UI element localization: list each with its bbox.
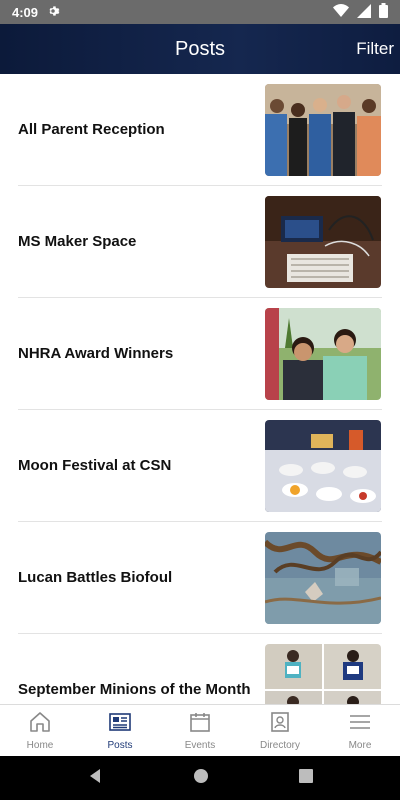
calendar-icon xyxy=(188,710,212,740)
tab-more-label: More xyxy=(348,740,372,751)
home-icon xyxy=(28,710,52,740)
post-list: All Parent Reception MS Maker Space NHRA… xyxy=(0,74,400,704)
newspaper-icon xyxy=(108,710,132,740)
post-title: MS Maker Space xyxy=(18,233,137,250)
back-icon[interactable] xyxy=(87,768,103,789)
system-navigation-bar xyxy=(0,756,400,800)
post-item[interactable]: Moon Festival at CSN xyxy=(18,410,382,522)
post-item[interactable]: MS Maker Space xyxy=(18,186,382,298)
menu-icon xyxy=(348,710,372,740)
post-item[interactable]: Lucan Battles Biofoul xyxy=(18,522,382,634)
post-item[interactable]: NHRA Award Winners xyxy=(18,298,382,410)
post-title: NHRA Award Winners xyxy=(18,345,174,362)
filter-button[interactable]: Filter xyxy=(356,24,394,74)
post-title: September Minions of the Month xyxy=(18,681,251,698)
tab-directory-label: Directory xyxy=(259,740,300,751)
tab-events-label: Events xyxy=(184,740,216,751)
status-time: 4:09 xyxy=(12,4,39,20)
home-circle-icon[interactable] xyxy=(193,768,209,789)
tab-events[interactable]: Events xyxy=(160,705,240,756)
post-item[interactable]: All Parent Reception xyxy=(18,74,382,186)
gear-icon xyxy=(46,4,60,21)
battery-icon xyxy=(379,3,388,21)
post-title: Moon Festival at CSN xyxy=(18,457,172,474)
post-title: All Parent Reception xyxy=(18,121,165,138)
post-item[interactable]: September Minions of the Month xyxy=(18,634,382,704)
post-thumbnail xyxy=(265,195,381,288)
tab-more[interactable]: More xyxy=(320,705,400,756)
app-header: Posts Filter xyxy=(0,24,400,74)
recents-icon[interactable] xyxy=(299,768,313,788)
tab-home-label: Home xyxy=(26,740,54,751)
wifi-icon xyxy=(333,3,349,21)
post-thumbnail xyxy=(265,531,381,624)
status-bar: 4:09 xyxy=(0,0,400,24)
tab-posts-label: Posts xyxy=(107,740,133,751)
page-title: Posts xyxy=(174,37,226,60)
post-thumbnail xyxy=(265,643,381,704)
contact-card-icon xyxy=(268,710,292,740)
tab-posts[interactable]: Posts xyxy=(80,705,160,756)
post-title: Lucan Battles Biofoul xyxy=(18,569,173,586)
post-thumbnail xyxy=(265,83,381,176)
bottom-tab-bar: Home Posts Events Directory More xyxy=(0,704,400,756)
tab-directory[interactable]: Directory xyxy=(240,705,320,756)
tab-home[interactable]: Home xyxy=(0,705,80,756)
post-thumbnail xyxy=(265,419,381,512)
post-thumbnail xyxy=(265,307,381,400)
signal-icon xyxy=(357,3,371,21)
